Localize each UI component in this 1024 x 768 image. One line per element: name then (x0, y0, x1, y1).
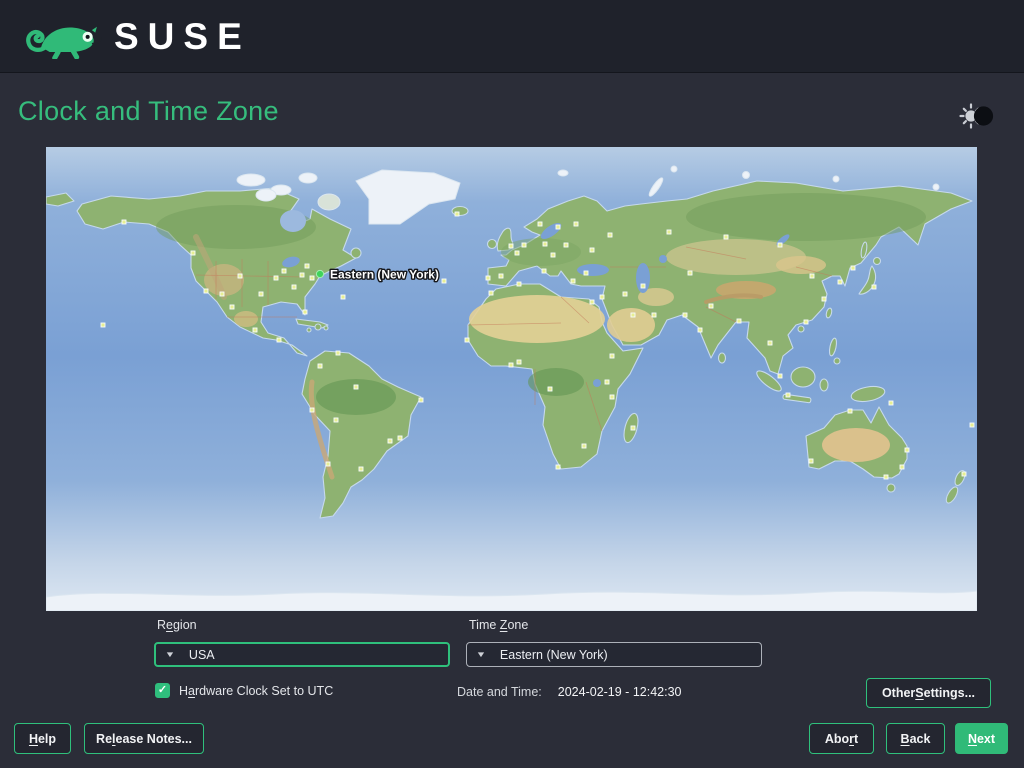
timezone-map[interactable]: Eastern (New York) (46, 147, 977, 611)
chevron-down-icon: ▼ (164, 650, 176, 659)
top-bar: SUSE (0, 0, 1024, 73)
hardware-clock-row: ✓ Hardware Clock Set to UTC (155, 683, 333, 698)
theme-toggle-button[interactable] (959, 102, 997, 130)
release-notes-button[interactable]: Re l ease Notes... (84, 723, 204, 754)
page-title: Clock and Time Zone (18, 96, 279, 126)
region-label: Region (157, 618, 197, 632)
brand-wordmark: SUSE (114, 15, 251, 57)
installer-window: SUSE Clock and Time Zone Eastern (New Yo… (0, 0, 1024, 768)
datetime-row: Date and Time: 2024-02-19 - 12:42:30 (457, 685, 681, 699)
hardware-clock-checkbox[interactable]: ✓ (155, 683, 170, 698)
help-button[interactable]: Help (14, 723, 71, 754)
sun-moon-icon (959, 103, 994, 129)
datetime-label: Date and Time: (457, 685, 542, 699)
hardware-clock-label[interactable]: Hardware Clock Set to UTC (179, 684, 333, 698)
region-value: USA (188, 647, 215, 662)
chevron-down-icon: ▼ (475, 650, 487, 659)
suse-logo: SUSE (26, 13, 251, 59)
selected-zone-label: Eastern (New York) (330, 268, 439, 282)
suse-chameleon-icon (26, 26, 102, 59)
back-button[interactable]: Back (886, 723, 945, 754)
datetime-value: 2024-02-19 - 12:42:30 (557, 685, 682, 699)
abort-button[interactable]: Abo r t (809, 723, 874, 754)
timezone-select[interactable]: ▼ Eastern (New York) (466, 642, 762, 667)
world-map[interactable]: Eastern (New York) (46, 147, 977, 611)
next-button[interactable]: Next (955, 723, 1008, 754)
timezone-value: Eastern (New York) (499, 647, 608, 662)
region-select[interactable]: ▼ USA (154, 642, 450, 667)
check-icon: ✓ (157, 684, 168, 696)
selected-zone-dot (315, 269, 325, 279)
timezone-label: Time Zone (469, 618, 529, 632)
other-settings-button[interactable]: Other Settings... (866, 678, 991, 708)
